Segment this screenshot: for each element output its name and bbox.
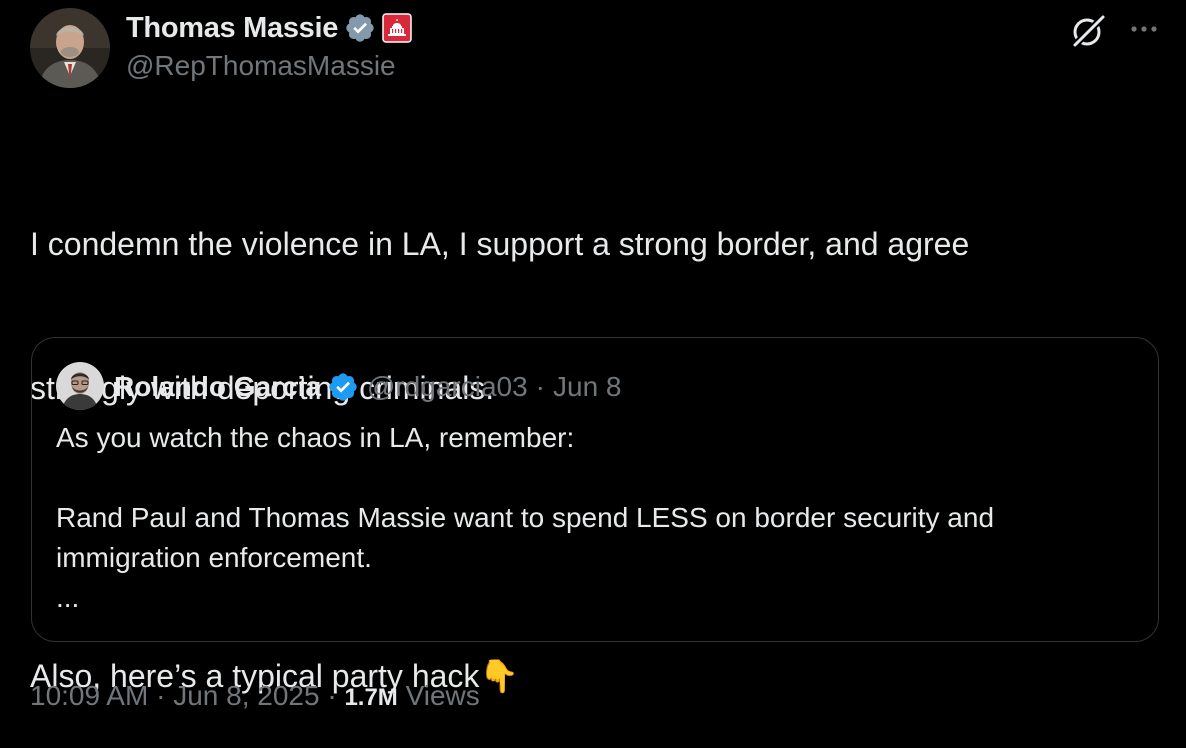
separator-dot: · [327,680,337,711]
tweet-date[interactable]: Jun 8, 2025 [173,680,319,711]
quote-body: As you watch the chaos in LA, remember: … [56,418,1136,618]
author-name-row: Thomas Massie [126,10,412,46]
quote-author-handle[interactable]: @rdgarcia03 [367,371,528,403]
author-avatar[interactable] [30,8,110,88]
grok-icon[interactable] [1070,12,1108,50]
author-handle[interactable]: @RepThomasMassie [126,50,396,82]
quote-text-line: As you watch the chaos in LA, remember: [56,422,575,453]
author-name[interactable]: Thomas Massie [126,12,338,45]
quote-author-name[interactable]: Rolando Garcia [114,371,321,403]
quote-date[interactable]: Jun 8 [553,371,622,403]
quote-blank-line [56,458,1136,498]
verified-badge-icon[interactable] [327,371,359,403]
us-capitol-affiliation-icon[interactable] [382,13,412,43]
quote-text-line: Rand Paul and Thomas Massie want to spen… [56,502,995,533]
quote-truncation: ... [56,582,80,613]
more-options-icon[interactable] [1126,14,1162,44]
views-count: 1.7M [344,684,398,711]
views-label: Views [405,680,480,711]
tweet-metadata: 10:09 AM · Jun 8, 2025 · 1.7M Views [30,680,480,712]
separator-dot: · [535,371,545,402]
separator-dot: · [156,680,166,711]
quote-text-line: immigration enforcement. [56,542,372,573]
tweet-text-line: I condemn the violence in LA, I support … [30,226,970,262]
quote-header: Rolando Garcia @rdgarcia03 · Jun 8 [114,368,622,406]
quote-author-avatar[interactable] [56,362,104,410]
quoted-tweet-card[interactable]: Rolando Garcia @rdgarcia03 · Jun 8 As yo… [31,337,1159,642]
tweet-time[interactable]: 10:09 AM [30,680,148,711]
verified-badge-icon[interactable] [344,12,376,44]
